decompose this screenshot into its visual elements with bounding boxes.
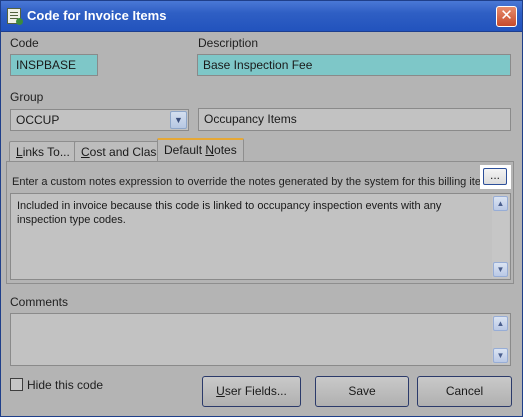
cancel-button[interactable]: Cancel [417, 376, 512, 407]
group-select[interactable]: OCCUP [10, 109, 189, 131]
title-bar[interactable]: Code for Invoice Items ✕ [1, 1, 522, 32]
notes-instruction: Enter a custom notes expression to overr… [12, 176, 494, 188]
expression-builder-button-highlight[interactable]: ... [480, 165, 511, 189]
expression-builder-button[interactable]: ... [483, 168, 507, 185]
save-button[interactable]: Save [315, 376, 409, 407]
chevron-down-icon[interactable]: ▼ [170, 111, 187, 129]
comments-label: Comments [10, 295, 69, 309]
scroll-up-arrow-icon[interactable]: ▲ [493, 316, 508, 331]
scroll-down-arrow-icon[interactable]: ▼ [493, 262, 508, 277]
close-button[interactable]: ✕ [496, 6, 517, 27]
tab-cost-and-class[interactable]: Cost and Class [74, 141, 170, 162]
notes-textarea[interactable]: Included in invoice because this code is… [10, 193, 511, 280]
user-fields-button[interactable]: User Fields... [202, 376, 301, 407]
description-field[interactable]: Base Inspection Fee [197, 54, 511, 76]
window-title: Code for Invoice Items [27, 8, 167, 23]
comments-scrollbar[interactable]: ▲ ▼ [492, 315, 509, 364]
group-label: Group [10, 90, 44, 104]
dialog-window: Code for Invoice Items ✕ Code INSPBASE D… [0, 0, 523, 417]
tab-links-to[interactable]: Links To... [9, 141, 77, 162]
code-label: Code [10, 36, 39, 50]
code-field[interactable]: INSPBASE [10, 54, 98, 76]
comments-textarea[interactable]: ▲ ▼ [10, 313, 511, 366]
hide-code-checkbox[interactable] [10, 378, 23, 391]
group-select-value: OCCUP [16, 113, 60, 127]
document-icon [7, 8, 23, 25]
group-description-field: Occupancy Items [198, 108, 511, 131]
scroll-up-arrow-icon[interactable]: ▲ [493, 196, 508, 211]
scroll-down-arrow-icon[interactable]: ▼ [493, 348, 508, 363]
notes-text: Included in invoice because this code is… [17, 200, 442, 226]
notes-scrollbar[interactable]: ▲ ▼ [492, 195, 509, 278]
hide-code-label[interactable]: Hide this code [27, 378, 103, 392]
description-label: Description [198, 36, 259, 50]
tab-default-notes[interactable]: Default Notes [157, 138, 244, 162]
